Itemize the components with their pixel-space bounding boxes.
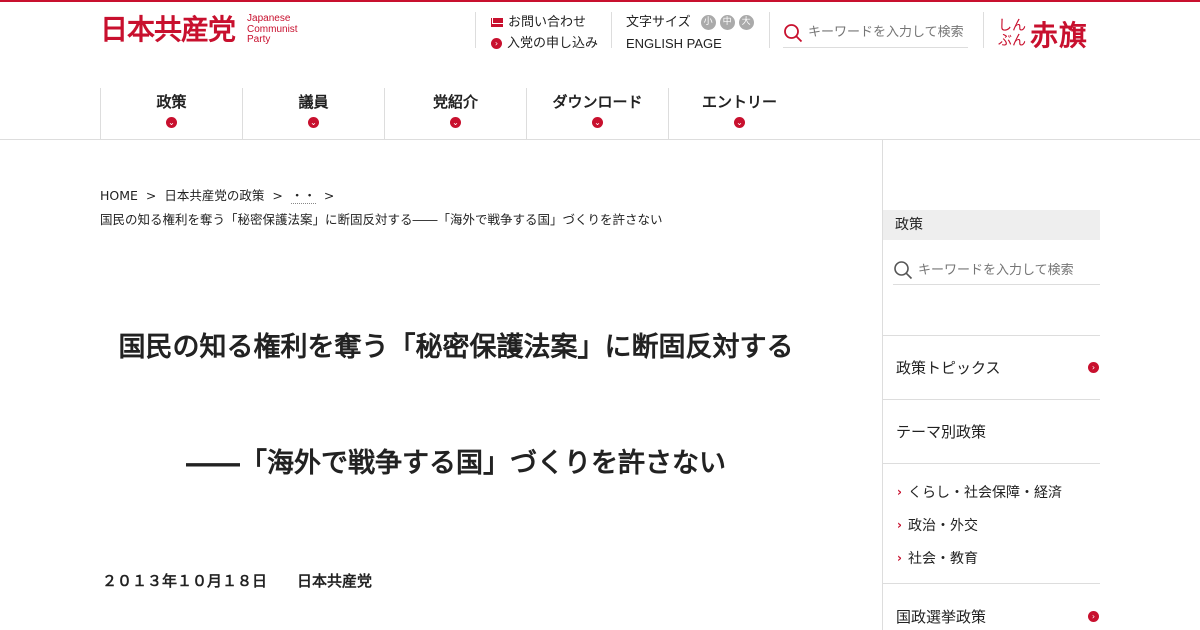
akahata-link[interactable]: しん ぶん 赤旗 xyxy=(998,14,1088,54)
sidebar-subgroup-divider xyxy=(883,463,1100,464)
main-nav: 政策 ⌄ 議員 ⌄ 党紹介 ⌄ ダウンロード ⌄ エントリー ⌄ xyxy=(100,88,810,139)
sidebar-item-topics[interactable]: 政策トピックス › xyxy=(883,335,1100,399)
chevron-right-icon: › xyxy=(1088,611,1099,622)
page-subtitle: ――「海外で戦争する国」づくりを許さない xyxy=(186,448,726,479)
logo-japanese: 日本共産党 xyxy=(100,13,236,46)
chevron-down-icon: ⌄ xyxy=(450,117,461,128)
contact-links: お問い合わせ › 入党の申し込み xyxy=(491,12,598,54)
page-title: 国民の知る権利を奪う「秘密保護法案」に断固反対する xyxy=(118,332,794,363)
nav-item-policy[interactable]: 政策 ⌄ xyxy=(100,88,242,139)
mail-icon xyxy=(491,18,503,27)
header-divider xyxy=(475,12,476,48)
header-divider xyxy=(769,12,770,48)
contact-label: お問い合わせ xyxy=(508,15,587,30)
sidebar-item-label: 政策トピックス xyxy=(896,359,1001,377)
breadcrumb-current: 国民の知る権利を奪う「秘密保護法案」に断固反対する――「海外で戦争する国」づくり… xyxy=(100,212,663,227)
font-size-controls: 文字サイズ 小 中 大 ENGLISH PAGE xyxy=(626,12,754,54)
sidebar-search xyxy=(893,256,1100,285)
top-accent-line xyxy=(0,0,1200,2)
header-divider xyxy=(611,12,612,48)
search-icon[interactable] xyxy=(783,23,803,43)
sidebar-item-label: 国政選挙政策 xyxy=(896,608,987,626)
chevron-down-icon: ⌄ xyxy=(592,117,603,128)
font-size-large-button[interactable]: 大 xyxy=(738,15,754,30)
nav-divider xyxy=(0,139,1200,140)
chevron-right-icon: › xyxy=(897,551,902,565)
logo-english: Japanese Communist Party xyxy=(247,13,298,46)
chevron-right-icon: › xyxy=(897,485,902,499)
sidebar-item-label: テーマ別政策 xyxy=(896,423,987,441)
chevron-right-icon: › xyxy=(897,518,902,532)
breadcrumb-ellipsis[interactable]: ・・ xyxy=(290,188,316,204)
nav-item-entry[interactable]: エントリー ⌄ xyxy=(668,88,810,139)
breadcrumb-separator: > xyxy=(323,188,335,203)
nav-item-download[interactable]: ダウンロード ⌄ xyxy=(526,88,668,139)
font-size-medium-button[interactable]: 中 xyxy=(719,15,735,30)
font-size-small-button[interactable]: 小 xyxy=(700,15,716,30)
chevron-down-icon: ⌄ xyxy=(308,117,319,128)
article-date: ２０１３年１０月１８日 xyxy=(102,572,268,590)
akahata-reading: しん ぶん xyxy=(998,19,1030,49)
header-search-input[interactable] xyxy=(808,25,968,40)
breadcrumb: HOME > 日本共産党の政策 > ・・ > 国民の知る権利を奪う「秘密保護法案」に断固反… xyxy=(100,184,860,232)
chevron-down-icon: ⌄ xyxy=(166,117,177,128)
article-org: 日本共産党 xyxy=(297,572,373,590)
sidebar-subitem-life[interactable]: › くらし・社会保障・経済 xyxy=(897,482,1062,502)
sidebar-subitem-label: 社会・教育 xyxy=(907,551,978,567)
nav-item-about[interactable]: 党紹介 ⌄ xyxy=(384,88,526,139)
english-page-link[interactable]: ENGLISH PAGE xyxy=(626,33,754,54)
sidebar-item-election[interactable]: 国政選挙政策 › xyxy=(883,583,1100,630)
article-dateline: ２０１３年１０月１８日 日本共産党 xyxy=(102,570,372,591)
logo-en-line: Japanese xyxy=(247,13,291,24)
breadcrumb-policy[interactable]: 日本共産党の政策 xyxy=(164,188,264,203)
nav-label: 党紹介 xyxy=(432,93,478,111)
sidebar-subitem-politics[interactable]: › 政治・外交 xyxy=(897,515,978,535)
search-icon[interactable] xyxy=(893,260,913,280)
logo-en-line: Party xyxy=(247,34,271,45)
party-logo[interactable]: 日本共産党 Japanese Communist Party xyxy=(100,13,298,46)
nav-item-members[interactable]: 議員 ⌄ xyxy=(242,88,384,139)
sidebar-subitem-label: くらし・社会保障・経済 xyxy=(907,485,1062,501)
nav-label: 議員 xyxy=(298,93,329,111)
nav-label: エントリー xyxy=(701,93,777,111)
header-search xyxy=(783,18,968,48)
sidebar-item-theme[interactable]: テーマ別政策 xyxy=(883,399,1100,463)
breadcrumb-home[interactable]: HOME xyxy=(100,188,138,203)
sidebar-subitem-label: 政治・外交 xyxy=(907,518,978,534)
contact-link[interactable]: お問い合わせ xyxy=(491,12,598,33)
akahata-reading-line: ぶん xyxy=(998,33,1026,49)
nav-label: 政策 xyxy=(156,93,187,111)
nav-label: ダウンロード xyxy=(552,93,643,111)
akahata-reading-line: しん xyxy=(998,18,1026,34)
breadcrumb-separator: > xyxy=(145,188,157,203)
chevron-down-icon: ⌄ xyxy=(734,117,745,128)
sidebar-search-input[interactable] xyxy=(918,262,1078,278)
breadcrumb-separator: > xyxy=(272,188,283,203)
join-label: 入党の申し込み xyxy=(507,36,599,51)
sidebar-heading: 政策 xyxy=(883,210,1100,240)
chevron-right-icon: › xyxy=(1088,362,1099,373)
chevron-right-icon: › xyxy=(491,38,502,49)
header-divider xyxy=(983,12,984,48)
font-size-label: 文字サイズ xyxy=(626,15,691,30)
join-link[interactable]: › 入党の申し込み xyxy=(491,33,598,54)
akahata-logo-text: 赤旗 xyxy=(1030,19,1089,52)
sidebar-subitem-society[interactable]: › 社会・教育 xyxy=(897,548,978,568)
